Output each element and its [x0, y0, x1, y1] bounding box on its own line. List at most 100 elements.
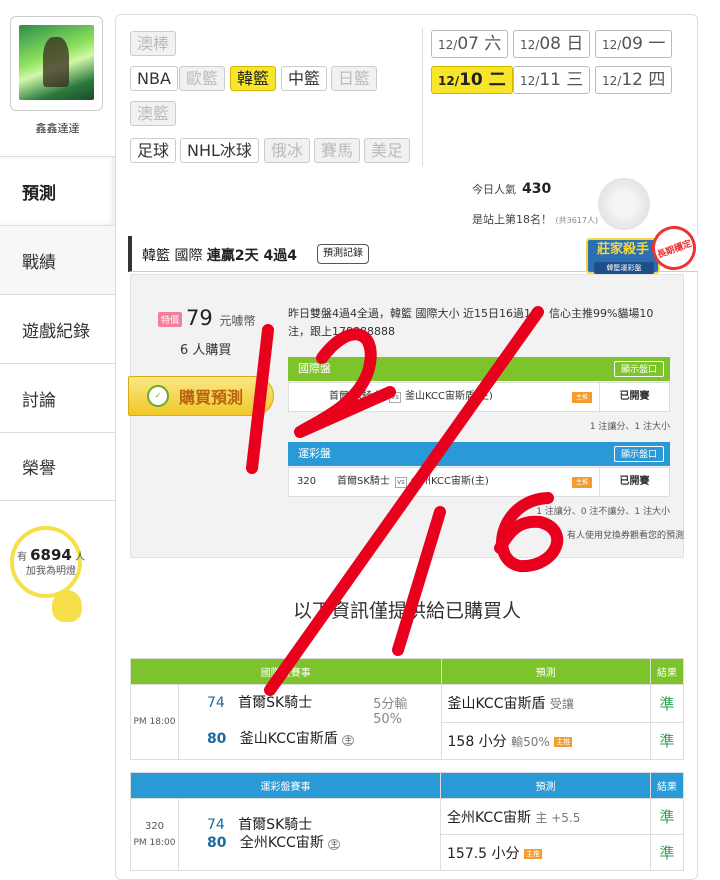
streak-record: 連贏2天 4過4: [206, 248, 298, 264]
date-tab-1207[interactable]: 12/07 六: [431, 30, 509, 58]
price-unit: 元噱幣: [219, 314, 256, 328]
date-tab-1208[interactable]: 12/08 日: [513, 30, 591, 58]
sport-tab-ru-hockey[interactable]: 俄冰: [264, 138, 311, 163]
nav-predict[interactable]: 預測: [0, 156, 115, 225]
date-day: 11: [539, 70, 561, 90]
pred-row-1: 全州KCC宙斯 主 +5.5: [440, 798, 651, 835]
history-button[interactable]: 預測記錄: [317, 244, 369, 264]
lottery-note: 1 注讓分、0 注不讓分、1 注大小: [536, 507, 670, 517]
result-1: 準: [650, 798, 684, 835]
sport-tab-eu-basketball[interactable]: 歐籃: [179, 66, 226, 91]
lottery-home: 全州KCC宙斯(主): [411, 476, 489, 487]
buy-prediction-button[interactable]: ✓ 購買預測: [128, 376, 274, 416]
line-pct: 50%: [373, 712, 403, 727]
result-2: 準: [650, 834, 684, 871]
date-weekday: 一: [648, 34, 666, 54]
pred-row-2: 157.5 小分 主推: [440, 834, 651, 871]
lottery-num: 320: [297, 476, 317, 487]
date-md: 12/: [520, 74, 540, 88]
lottery-show-odds-button[interactable]: 顯示盤口: [613, 446, 664, 462]
pop-value: 430: [522, 181, 552, 197]
date-day: 10: [459, 70, 483, 90]
away-team: 首爾SK騎士: [238, 816, 313, 833]
date-day: 12: [621, 70, 643, 90]
username[interactable]: 鑫鑫達達: [0, 120, 115, 136]
price: 特價 79 元噱幣: [158, 306, 255, 330]
bulb-icon: [52, 590, 82, 622]
teams-cell: 74 首爾SK騎士 80 釜山KCC宙斯盾 主: [177, 684, 374, 760]
lottery-market-title: 運彩盤: [298, 447, 331, 460]
streak-league: 韓籃 國際: [142, 248, 203, 264]
sidebar: 鑫鑫達達 預測 戰績 遊戲紀錄 討論 榮譽 有 6894 人 加我為明燈: [0, 0, 115, 880]
fans-lamp[interactable]: 有 6894 人 加我為明燈: [10, 526, 85, 598]
home-num: 80: [206, 731, 227, 747]
home-tag: 主: [342, 735, 355, 746]
away-num: 74: [207, 816, 225, 833]
pred-1-sub: 主 +5.5: [535, 810, 581, 825]
sport-tab-jp-basketball[interactable]: 日籃: [331, 66, 378, 91]
sport-tab-us-football[interactable]: 美足: [364, 138, 411, 163]
pred-1-sub: 受讓: [549, 697, 574, 712]
date-day: 07: [457, 34, 479, 54]
home-team: 釜山KCC宙斯盾: [239, 731, 338, 747]
nav-honor[interactable]: 榮譽: [0, 432, 115, 501]
date-tab-1210[interactable]: 12/10 二: [431, 66, 513, 94]
sport-tab-kr-basketball[interactable]: 韓籃: [230, 66, 277, 91]
table-header-pred: 預測: [440, 658, 652, 685]
sport-tab-aus-basketball[interactable]: 澳籃: [130, 101, 177, 126]
date-weekday: 六: [484, 34, 502, 54]
date-md: 12/: [602, 74, 622, 88]
line-cell: 5分輸 50%: [373, 684, 442, 760]
avatar-frame[interactable]: [10, 16, 103, 111]
pred-row-2: 158 小分 輸50% 主推: [440, 721, 652, 760]
fans-caption: 加我為明燈: [26, 566, 76, 577]
pop-label: 今日人氣: [472, 183, 516, 196]
date-weekday: 二: [488, 70, 506, 90]
intl-show-odds-button[interactable]: 顯示盤口: [613, 361, 664, 377]
sport-tab-horse[interactable]: 賽馬: [314, 138, 361, 163]
main-pick-chip: 主推: [523, 848, 542, 859]
home-tag: 主: [328, 838, 341, 850]
away-line: 74 首爾SK騎士: [207, 816, 440, 834]
ticket-note: 有人使用兌換券觀看您的預測: [566, 531, 684, 541]
main-pick-chip: 主推: [572, 477, 592, 488]
sport-tab-soccer[interactable]: 足球: [130, 138, 177, 163]
buyers-only-notice: 以下資訊僅提供給已購買人: [292, 600, 521, 622]
sport-tab-cn-basketball[interactable]: 中籃: [281, 66, 328, 91]
home-team: 全州KCC宙斯: [239, 834, 324, 851]
nav-game-history[interactable]: 遊戲紀錄: [0, 294, 115, 363]
rank-text: 是站上第18名！: [472, 213, 552, 226]
date-day: 09: [621, 34, 643, 54]
nav-record[interactable]: 戰績: [0, 225, 115, 294]
date-tab-1209[interactable]: 12/09 一: [595, 30, 673, 58]
badge-sub: 韓籃運彩盤: [594, 262, 654, 274]
sport-tab-nhl[interactable]: NHL冰球: [180, 138, 259, 163]
intl-result-table: 國際盤賽事 預測 結果 PM 18:00 74 首爾SK騎士 80 釜山KCC宙…: [130, 658, 684, 760]
pred-1: 釜山KCC宙斯盾: [447, 696, 546, 713]
table-header-event: 運彩盤賽事: [130, 772, 441, 799]
pred-1: 全州KCC宙斯: [447, 809, 531, 826]
nav-discussion[interactable]: 討論: [0, 363, 115, 432]
pred-2: 157.5 小分: [447, 845, 520, 862]
page-root: { "user": { "name": "鑫鑫達達" }, "nav": [ {…: [0, 0, 720, 880]
main-pick-chip: 主推: [572, 392, 592, 403]
price-label: 特價: [158, 311, 183, 327]
date-weekday: 三: [566, 70, 584, 90]
game-time: PM 18:00: [130, 684, 179, 760]
home-num: 80: [207, 834, 227, 851]
intl-note: 1 注讓分、1 注大小: [589, 422, 670, 432]
lottery-status: 已開賽: [599, 468, 669, 496]
table-header-pred: 預測: [440, 772, 651, 799]
home-line: 80 全州KCC宙斯 主: [207, 834, 440, 854]
sport-tab-aus-baseball[interactable]: 澳棒: [130, 31, 177, 56]
divider: [422, 28, 423, 166]
intl-market-row: 首爾SK騎士 vs 釜山KCC宙斯盾(主) 主推 已開賽: [288, 382, 670, 412]
buy-label: 購買預測: [179, 388, 244, 407]
sport-tab-nba[interactable]: NBA: [130, 66, 178, 91]
result-1: 準: [650, 684, 684, 723]
date-tab-1212[interactable]: 12/12 四: [595, 66, 673, 94]
date-weekday: 四: [648, 70, 666, 90]
fans-text: 有 6894 人 加我為明燈: [16, 548, 86, 579]
table-header-result: 結果: [650, 658, 684, 685]
date-tab-1211[interactable]: 12/11 三: [513, 66, 591, 94]
